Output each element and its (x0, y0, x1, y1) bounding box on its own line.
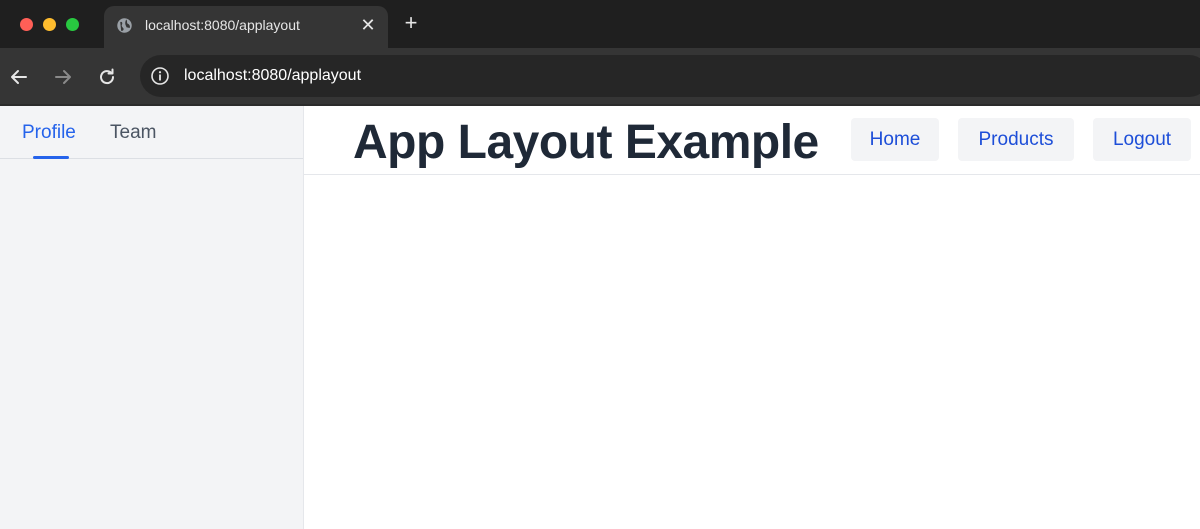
browser-tab-strip: localhost:8080/applayout ✕ + (0, 0, 1200, 48)
address-bar[interactable]: localhost:8080/applayout (140, 55, 1200, 97)
nav-home-link[interactable]: Home (851, 118, 939, 161)
nav-products-link[interactable]: Products (958, 118, 1074, 161)
tab-title: localhost:8080/applayout (145, 17, 300, 33)
tab-profile[interactable]: Profile (22, 122, 76, 144)
reload-icon[interactable] (95, 65, 119, 89)
browser-tab[interactable]: localhost:8080/applayout ✕ (104, 6, 388, 48)
sidebar-drawer: Profile Team (0, 106, 304, 529)
minimize-window-button[interactable] (43, 18, 56, 31)
app-header: App Layout Example Home Products Logout (304, 106, 1200, 175)
tab-team[interactable]: Team (110, 122, 156, 144)
sidebar-tabs: Profile Team (0, 106, 303, 159)
maximize-window-button[interactable] (66, 18, 79, 31)
globe-icon (117, 18, 132, 33)
selected-tab-indicator (33, 156, 69, 159)
close-tab-icon[interactable]: ✕ (358, 15, 378, 35)
site-info-icon[interactable] (150, 66, 170, 86)
back-arrow-icon[interactable] (7, 65, 31, 89)
nav-logout-link[interactable]: Logout (1093, 118, 1191, 161)
url-text: localhost:8080/applayout (184, 67, 362, 84)
browser-toolbar: localhost:8080/applayout (0, 48, 1200, 105)
page-title: App Layout Example (353, 116, 819, 169)
forward-arrow-icon[interactable] (51, 65, 75, 89)
new-tab-icon[interactable]: + (399, 11, 423, 35)
main-content (304, 175, 1200, 529)
close-window-button[interactable] (20, 18, 33, 31)
